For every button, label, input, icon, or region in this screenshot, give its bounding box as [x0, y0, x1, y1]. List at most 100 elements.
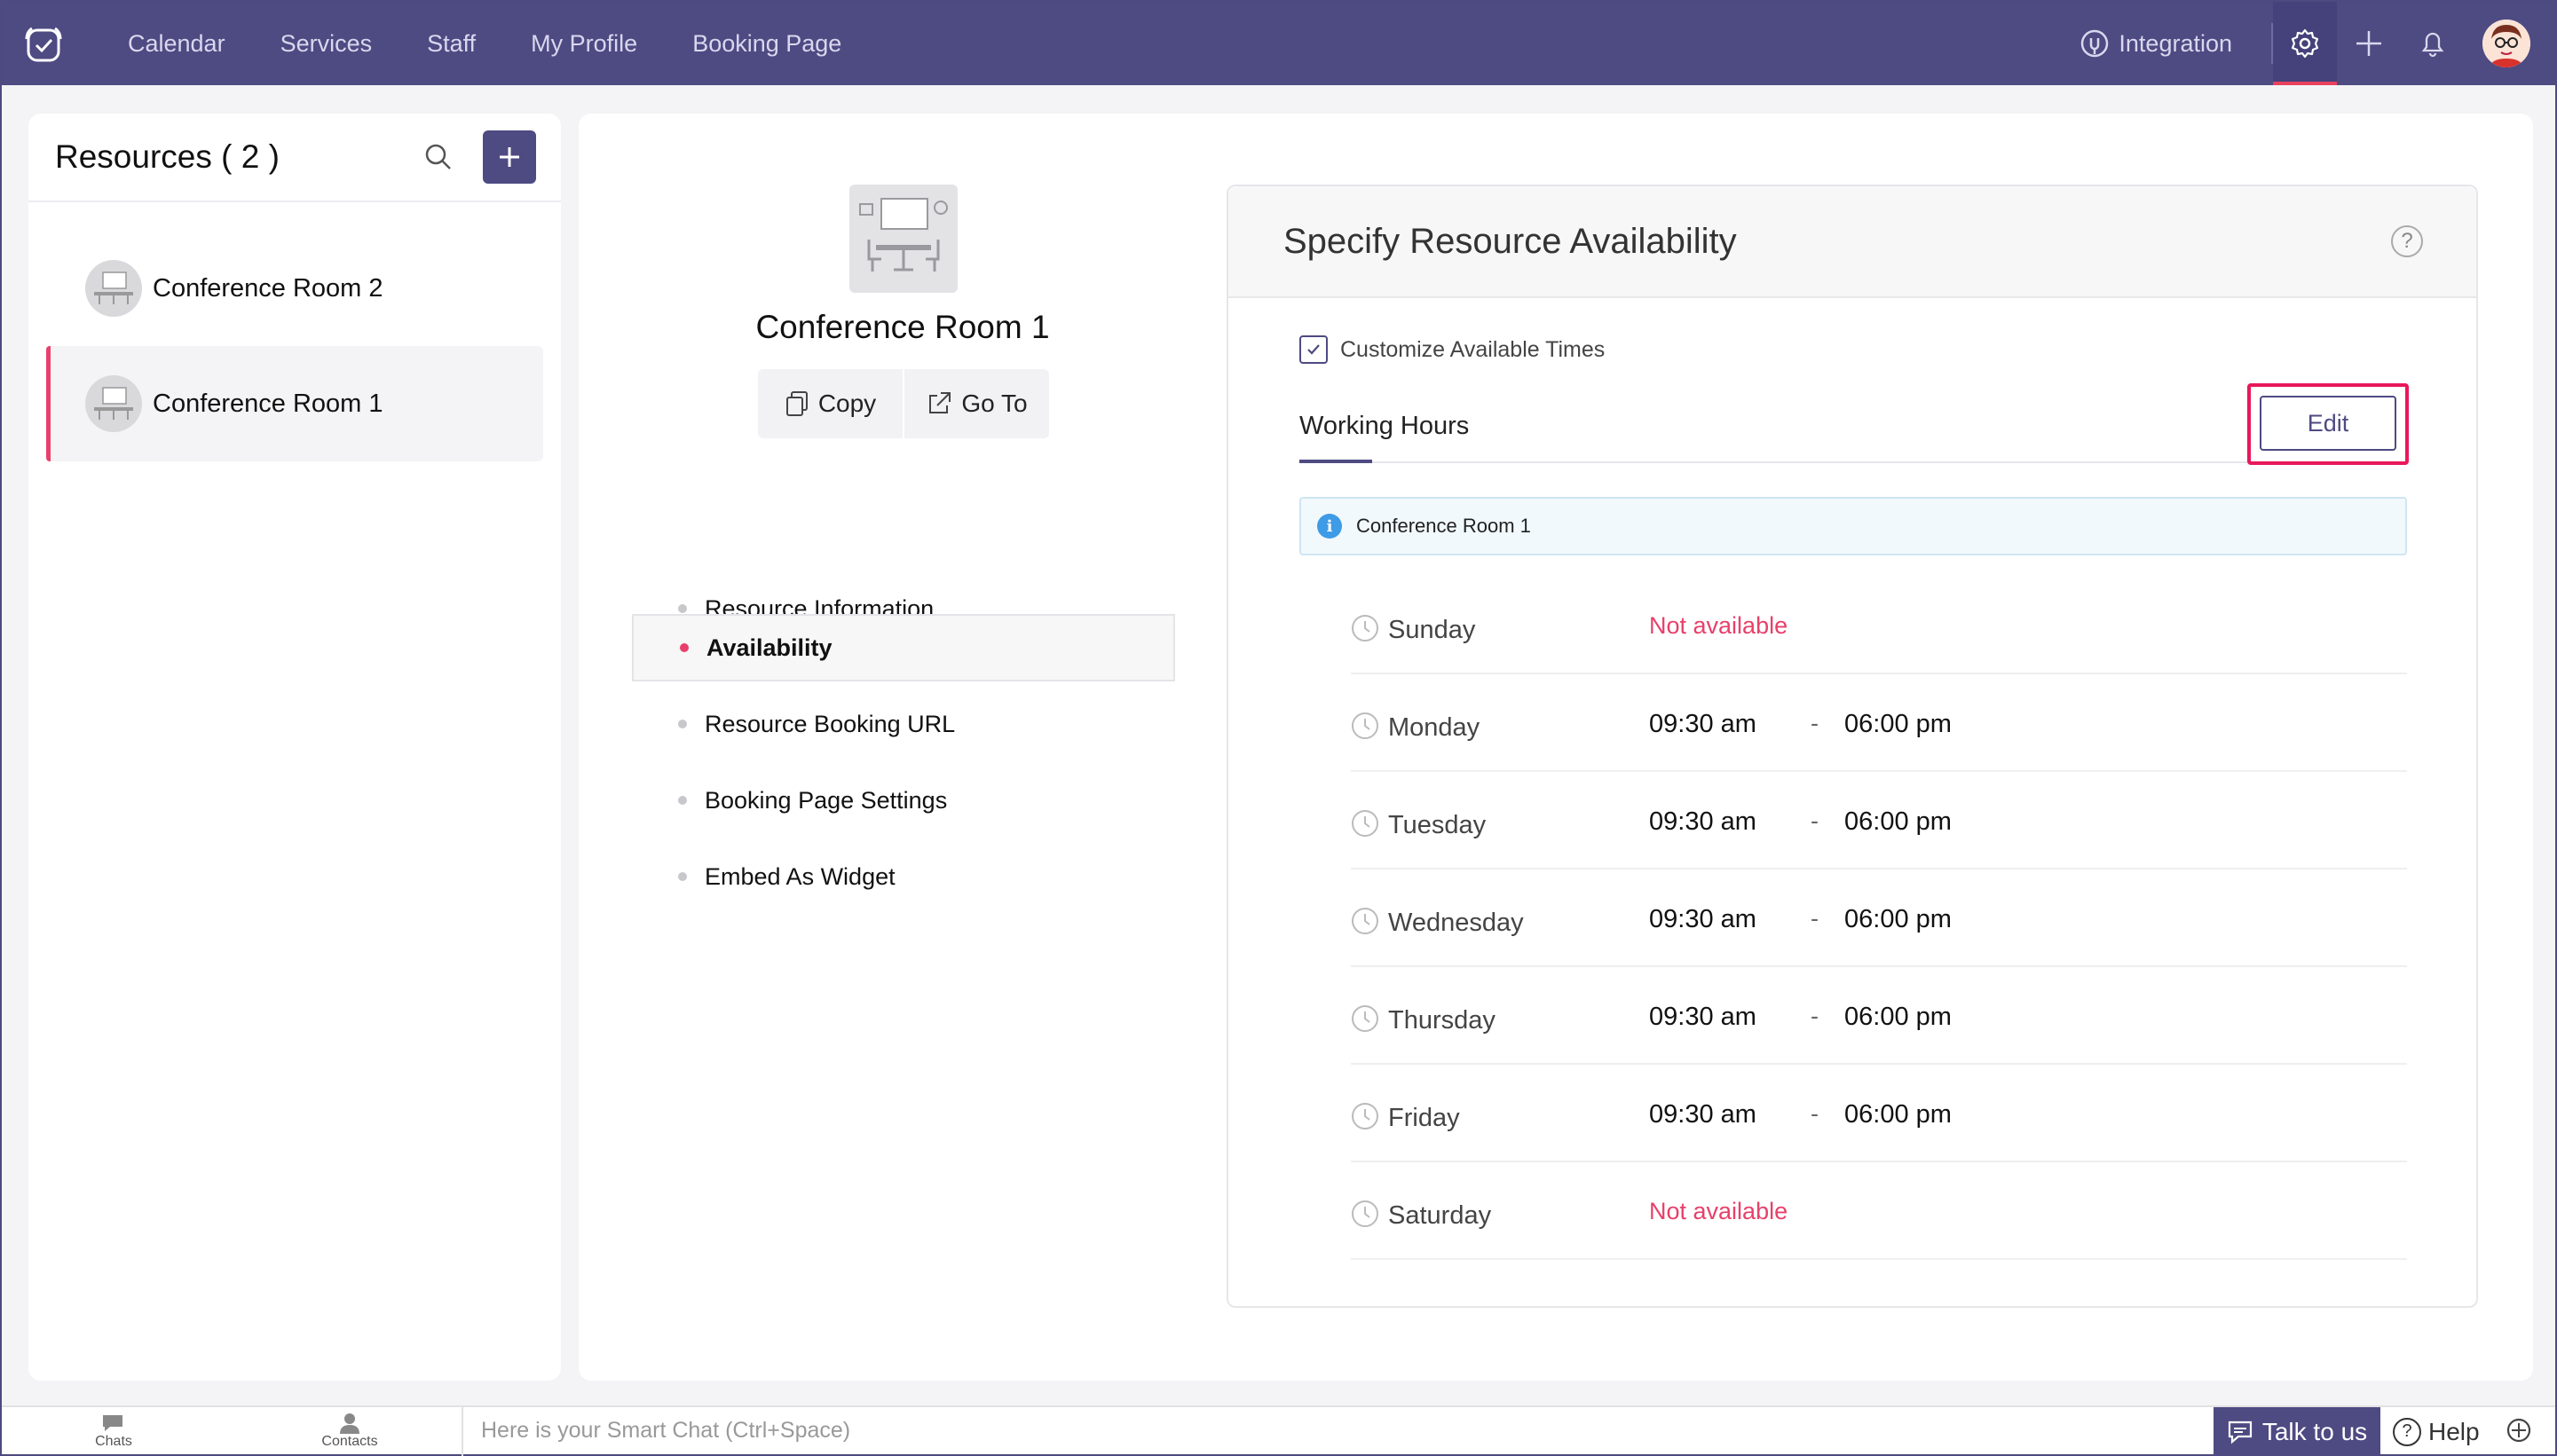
go-to-button[interactable]: Go To	[903, 369, 1049, 438]
end-time: 06:00 pm	[1844, 1100, 1952, 1129]
day-row-monday[interactable]: Monday 09:30 am - 06:00 pm	[1351, 674, 2407, 772]
availability-header: Specify Resource Availability ?	[1228, 186, 2476, 298]
nav-booking-page[interactable]: Booking Page	[692, 30, 841, 58]
settings-button[interactable]	[2273, 2, 2337, 85]
clock-icon	[1352, 810, 1378, 837]
menu-embed-as-widget[interactable]: Embed As Widget	[632, 843, 1175, 910]
menu-booking-page-settings[interactable]: Booking Page Settings	[632, 767, 1175, 834]
talk-to-us-label: Talk to us	[2261, 1417, 2368, 1445]
start-time: 09:30 am	[1649, 1100, 1756, 1129]
gear-icon	[2291, 28, 2319, 59]
info-icon: i	[1317, 514, 1342, 539]
availability-title: Specify Resource Availability	[1283, 221, 1737, 261]
start-time: 09:30 am	[1649, 1003, 1756, 1031]
nav-my-profile[interactable]: My Profile	[531, 30, 637, 58]
chat-bubble-icon	[103, 1415, 122, 1431]
menu-item-label: Availability	[706, 634, 833, 661]
resource-name: Conference Room 2	[153, 273, 383, 303]
day-row-friday[interactable]: Friday 09:30 am - 06:00 pm	[1351, 1065, 2407, 1162]
menu-resource-booking-url[interactable]: Resource Booking URL	[632, 690, 1175, 758]
nav-services[interactable]: Services	[280, 30, 373, 58]
menu-item-label: Embed As Widget	[705, 862, 896, 890]
nav-calendar[interactable]: Calendar	[128, 30, 225, 58]
check-icon	[1307, 344, 1320, 355]
search-icon	[425, 144, 451, 169]
go-to-label: Go To	[961, 390, 1028, 417]
add-new-button[interactable]	[2337, 2, 2401, 85]
bottom-bar: Chats Contacts Here is your Smart Chat (…	[2, 1405, 2555, 1456]
resources-title: Resources ( 2 )	[55, 138, 280, 175]
day-name: Tuesday	[1388, 811, 1487, 839]
day-name: Monday	[1388, 713, 1480, 742]
talk-to-us-button[interactable]: Talk to us	[2214, 1407, 2380, 1456]
resource-thumbnail	[85, 260, 142, 317]
end-time: 06:00 pm	[1844, 1003, 1952, 1031]
info-resource-name: Conference Room 1	[1356, 515, 1531, 537]
customize-times-checkbox[interactable]	[1299, 335, 1328, 364]
clock-icon	[1352, 908, 1378, 934]
working-hours-tab[interactable]: Working Hours	[1299, 412, 1469, 441]
time-separator: -	[1811, 1003, 1819, 1029]
help-circle-icon: ?	[2393, 1417, 2421, 1446]
contact-icon	[340, 1413, 359, 1434]
end-time: 06:00 pm	[1844, 710, 1952, 738]
support-icon[interactable]	[2505, 1416, 2533, 1449]
resource-title: Conference Room 1	[755, 309, 1050, 345]
time-separator: -	[1811, 807, 1819, 834]
chat-icon	[2228, 1421, 2252, 1444]
add-resource-button[interactable]	[483, 130, 536, 184]
bottom-divider	[462, 1407, 463, 1456]
notifications-button[interactable]	[2401, 2, 2465, 85]
day-row-wednesday[interactable]: Wednesday 09:30 am - 06:00 pm	[1351, 870, 2407, 967]
edit-button[interactable]: Edit	[2260, 396, 2396, 451]
help-label: Help	[2428, 1417, 2480, 1445]
clock-icon	[1352, 1005, 1378, 1032]
help-icon[interactable]: ?	[2391, 225, 2423, 257]
resource-item-conference-room-2[interactable]: Conference Room 2	[46, 231, 543, 346]
menu-item-label: Booking Page Settings	[705, 786, 948, 814]
day-name: Sunday	[1388, 616, 1476, 644]
time-separator: -	[1811, 905, 1819, 932]
integration-button[interactable]: Integration	[2080, 28, 2232, 59]
search-button[interactable]	[421, 139, 456, 175]
bullet-icon	[678, 604, 687, 613]
day-row-thursday[interactable]: Thursday 09:30 am - 06:00 pm	[1351, 967, 2407, 1065]
bullet-icon	[678, 720, 687, 728]
resource-name: Conference Room 1	[153, 389, 383, 418]
nav-staff[interactable]: Staff	[427, 30, 476, 58]
resources-panel: Resources ( 2 ) Conference Room 2 Confer…	[28, 114, 561, 1381]
resources-header: Resources ( 2 )	[28, 114, 561, 202]
copy-label: Copy	[817, 390, 877, 417]
contacts-tab[interactable]: Contacts	[296, 1413, 403, 1450]
time-separator: -	[1811, 1100, 1819, 1127]
time-separator: -	[1811, 710, 1819, 736]
main-nav: Calendar Services Staff My Profile Booki…	[128, 2, 896, 85]
user-avatar[interactable]	[2482, 20, 2530, 67]
day-row-tuesday[interactable]: Tuesday 09:30 am - 06:00 pm	[1351, 772, 2407, 870]
resource-item-conference-room-1[interactable]: Conference Room 1	[46, 346, 543, 461]
start-time: 09:30 am	[1649, 807, 1756, 836]
resource-thumbnail	[85, 375, 142, 432]
resource-image	[849, 185, 958, 293]
app-logo-icon[interactable]	[21, 21, 66, 66]
tab-divider	[1299, 461, 2407, 463]
customize-times-label: Customize Available Times	[1340, 336, 1606, 362]
copy-button[interactable]: Copy	[758, 369, 903, 438]
integration-label: Integration	[2119, 29, 2232, 57]
resource-detail-panel: Conference Room 1 Copy Go To Resource In…	[579, 114, 2533, 1381]
bullet-icon	[678, 796, 687, 805]
help-button[interactable]: ? Help	[2393, 1407, 2490, 1456]
plus-icon	[2356, 31, 2381, 56]
menu-availability[interactable]: Availability	[632, 614, 1175, 681]
day-name: Wednesday	[1388, 909, 1524, 937]
menu-item-label: Resource Booking URL	[705, 710, 956, 737]
smart-chat-input[interactable]: Here is your Smart Chat (Ctrl+Space)	[481, 1418, 850, 1444]
bullet-icon	[680, 643, 689, 652]
chats-label: Chats	[95, 1434, 132, 1449]
top-right-tools: Integration	[2080, 2, 2555, 85]
active-tab-underline	[1299, 460, 1372, 463]
not-available-text: Not available	[1649, 1198, 1788, 1224]
start-time: 09:30 am	[1649, 905, 1756, 933]
chats-tab[interactable]: Chats	[60, 1413, 167, 1450]
end-time: 06:00 pm	[1844, 807, 1952, 836]
